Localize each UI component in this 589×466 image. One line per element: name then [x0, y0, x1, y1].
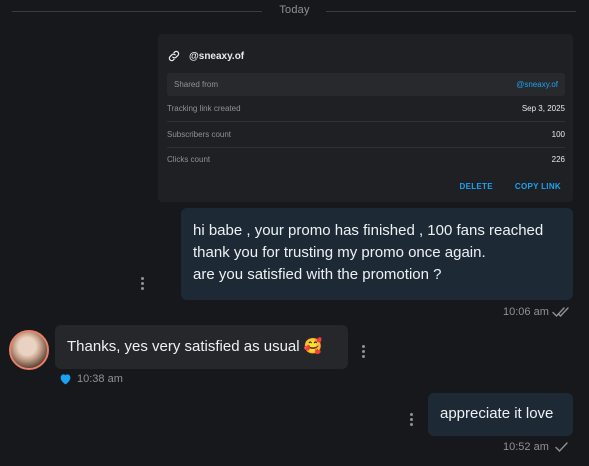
- row-value: 100: [551, 130, 565, 139]
- message-bubble-incoming: Thanks, yes very satisfied as usual 🥰: [55, 325, 348, 369]
- card-row-shared-from: Shared from @sneaxy.of: [167, 73, 565, 96]
- card-row-clicks: Clicks count 226: [167, 148, 565, 171]
- message-timestamp: 10:06 am: [503, 306, 572, 318]
- message-line: are you satisfied with the promotion ?: [193, 266, 442, 283]
- message-bubble-outgoing: appreciate it love: [428, 393, 573, 436]
- message-line: hi babe , your promo has finished , 100 …: [193, 222, 544, 239]
- message-options-icon[interactable]: [141, 277, 145, 292]
- row-label: Tracking link created: [167, 104, 241, 113]
- message-text: hi babe , your promo has finished , 100 …: [193, 220, 569, 286]
- card-row-subscribers: Subscribers count 100: [167, 123, 565, 146]
- time-text: 10:52 am: [503, 441, 549, 453]
- divider-line-right: [326, 11, 576, 12]
- tracking-link-card: @sneaxy.of Shared from @sneaxy.of Tracki…: [158, 34, 573, 202]
- message-bubble-outgoing: hi babe , your promo has finished , 100 …: [181, 208, 573, 300]
- row-label: Clicks count: [167, 155, 211, 164]
- message-options-icon[interactable]: [410, 413, 414, 428]
- heart-icon[interactable]: [59, 373, 72, 385]
- message-line: thank you for trusting my promo once aga…: [193, 244, 486, 261]
- read-double-check-icon: [552, 307, 569, 318]
- row-value: Sep 3, 2025: [521, 104, 565, 113]
- card-header: @sneaxy.of: [167, 48, 244, 64]
- row-divider: [167, 121, 565, 122]
- time-text: 10:06 am: [503, 306, 549, 318]
- message-timestamp: 10:38 am: [59, 373, 123, 385]
- card-row-created: Tracking link created Sep 3, 2025: [167, 97, 565, 120]
- row-label: Shared from: [174, 80, 219, 89]
- row-value: 226: [551, 155, 565, 164]
- row-label: Subscribers count: [167, 130, 232, 139]
- time-text: 10:38 am: [77, 373, 123, 385]
- shared-from-link[interactable]: @sneaxy.of: [516, 80, 558, 89]
- sent-check-icon: [555, 442, 568, 453]
- message-text: Thanks, yes very satisfied as usual 🥰: [67, 338, 323, 355]
- card-actions: DELETE COPY LINK: [460, 182, 561, 191]
- copy-link-button[interactable]: COPY LINK: [515, 182, 561, 191]
- delete-button[interactable]: DELETE: [460, 182, 493, 191]
- date-divider-label: Today: [279, 4, 310, 16]
- message-timestamp: 10:52 am: [503, 441, 571, 453]
- message-options-icon[interactable]: [362, 345, 366, 360]
- message-text: appreciate it love: [440, 405, 554, 422]
- contact-avatar[interactable]: [9, 330, 49, 370]
- link-icon: [168, 50, 180, 62]
- card-title: @sneaxy.of: [189, 50, 245, 62]
